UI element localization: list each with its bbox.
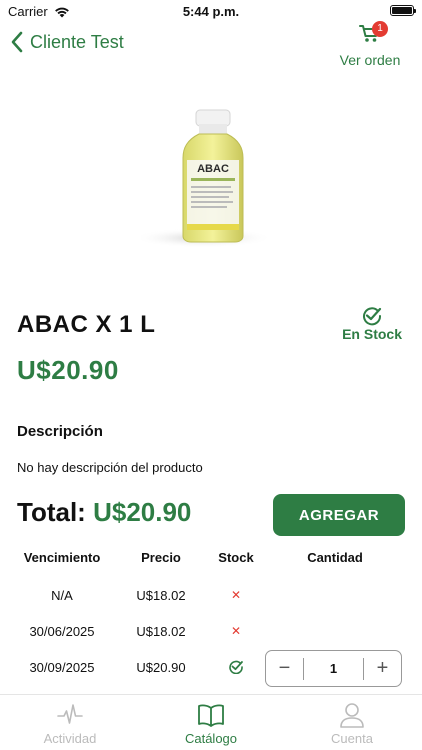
battery-icon xyxy=(390,5,416,16)
stock-label: En Stock xyxy=(342,326,402,342)
product-name: ABAC X 1 L xyxy=(17,311,156,338)
header-expiry: Vencimiento xyxy=(23,550,101,565)
row-expiry: N/A xyxy=(51,588,73,603)
increment-button[interactable]: + xyxy=(364,657,401,680)
out-of-stock-icon: ✕ xyxy=(230,588,242,602)
status-bar: Carrier 5:44 p.m. xyxy=(0,0,422,22)
total-row: Total: U$20.90 xyxy=(17,497,191,528)
table-header: Vencimiento Precio Stock Cantidad xyxy=(0,550,422,570)
tab-catalog-label: Catálogo xyxy=(184,731,238,746)
book-icon xyxy=(198,704,224,727)
stock-status: En Stock xyxy=(342,306,402,342)
tab-bar: Actividad Catálogo Cuenta xyxy=(0,694,422,750)
table-row: N/A U$18.02 ✕ xyxy=(0,588,422,608)
cart-icon: 1 xyxy=(358,21,388,46)
row-price: U$18.02 xyxy=(136,624,186,639)
tab-account[interactable]: Cuenta xyxy=(282,701,422,746)
tab-activity-label: Actividad xyxy=(43,731,97,746)
back-label: Cliente Test xyxy=(30,31,124,52)
out-of-stock-icon: ✕ xyxy=(230,624,242,638)
tab-activity[interactable]: Actividad xyxy=(0,701,140,746)
in-stock-check-icon xyxy=(206,660,266,677)
back-button[interactable]: Cliente Test xyxy=(10,31,124,53)
header-price: Precio xyxy=(141,550,181,565)
view-order-label: Ver orden xyxy=(339,52,401,68)
product-price: U$20.90 xyxy=(17,355,119,385)
activity-icon xyxy=(57,704,83,724)
decrement-button[interactable]: − xyxy=(266,657,303,680)
row-expiry: 30/09/2025 xyxy=(29,660,95,675)
product-image: ABAC xyxy=(141,109,273,248)
clock: 5:44 p.m. xyxy=(182,4,240,19)
add-button[interactable]: AGREGAR xyxy=(273,494,405,536)
row-expiry: 30/06/2025 xyxy=(29,624,95,639)
description-text: No hay descripción del producto xyxy=(17,460,203,475)
view-order-button[interactable]: 1 Ver orden xyxy=(338,21,402,68)
header-quantity: Cantidad xyxy=(307,550,363,565)
cart-count-badge: 1 xyxy=(372,21,388,37)
tab-catalog[interactable]: Catálogo xyxy=(141,701,281,746)
table-row: 30/06/2025 U$18.02 ✕ xyxy=(0,624,422,644)
description-title: Descripción xyxy=(17,423,103,440)
row-price: U$20.90 xyxy=(136,660,186,675)
tab-account-label: Cuenta xyxy=(331,731,373,746)
total-value: U$20.90 xyxy=(93,497,192,527)
check-circle-icon xyxy=(363,307,382,326)
row-price: U$18.02 xyxy=(136,588,186,603)
quantity-stepper[interactable]: − 1 + xyxy=(265,650,402,687)
chevron-left-icon xyxy=(11,31,23,53)
total-label: Total: xyxy=(17,497,86,527)
header-stock: Stock xyxy=(218,550,254,565)
user-icon xyxy=(340,703,364,728)
quantity-value[interactable]: 1 xyxy=(303,657,364,680)
bottle-brand-text: ABAC xyxy=(197,163,229,175)
nav-bar: Cliente Test 1 Ver orden xyxy=(0,21,422,70)
